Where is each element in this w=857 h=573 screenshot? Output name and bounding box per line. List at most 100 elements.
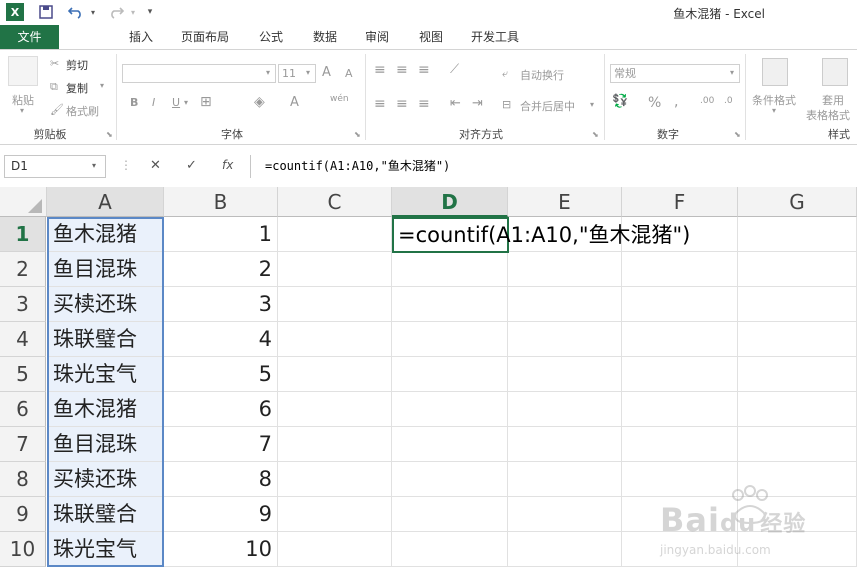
cut-button[interactable]: 剪切: [66, 57, 88, 73]
phonetic-button[interactable]: wén: [330, 94, 349, 104]
paste-dropdown-icon[interactable]: ▾: [20, 106, 24, 115]
comma-button[interactable]: ,: [674, 94, 678, 110]
merge-center-button[interactable]: 合并后居中: [520, 98, 575, 114]
cell-f[interactable]: [622, 252, 738, 287]
cell-d[interactable]: [392, 357, 508, 392]
cell-c[interactable]: [278, 392, 392, 427]
cell-e[interactable]: [508, 252, 622, 287]
align-right-icon[interactable]: ≡: [418, 96, 430, 112]
cell-g[interactable]: [738, 427, 857, 462]
decrease-decimal-icon[interactable]: .0: [724, 96, 733, 106]
cell-g[interactable]: [738, 322, 857, 357]
cell-g[interactable]: [738, 287, 857, 322]
font-name-dropdown-icon[interactable]: ▾: [266, 68, 270, 77]
cell-a[interactable]: 买椟还珠: [47, 287, 164, 322]
cell-d[interactable]: [392, 497, 508, 532]
tab-developer[interactable]: 开发工具: [462, 25, 528, 49]
row-header[interactable]: 1: [0, 217, 46, 252]
name-box-dropdown-icon[interactable]: ▾: [92, 161, 96, 170]
underline-button[interactable]: U: [172, 96, 180, 109]
column-header-b[interactable]: B: [164, 187, 278, 217]
cell-b[interactable]: 5: [164, 357, 278, 392]
column-header-a[interactable]: A: [47, 187, 164, 217]
cell-d[interactable]: [392, 462, 508, 497]
cell-c[interactable]: [278, 532, 392, 567]
cell-g[interactable]: [738, 357, 857, 392]
outdent-icon[interactable]: ⇥: [472, 96, 483, 111]
bold-button[interactable]: B: [130, 96, 138, 109]
cell-f[interactable]: [622, 357, 738, 392]
align-center-icon[interactable]: ≡: [396, 96, 408, 112]
tab-formulas[interactable]: 公式: [248, 25, 294, 49]
cell-b[interactable]: 7: [164, 427, 278, 462]
cell-e[interactable]: [508, 497, 622, 532]
cell-a[interactable]: 珠光宝气: [47, 532, 164, 567]
cell-a[interactable]: 珠光宝气: [47, 357, 164, 392]
percent-button[interactable]: %: [648, 95, 661, 111]
row-header[interactable]: 10: [0, 532, 46, 567]
row-header[interactable]: 7: [0, 427, 46, 462]
row-header[interactable]: 3: [0, 287, 46, 322]
cell-c[interactable]: [278, 497, 392, 532]
cell-c[interactable]: [278, 462, 392, 497]
cell-g[interactable]: [738, 217, 857, 252]
orientation-icon[interactable]: ⟋: [450, 62, 459, 77]
column-header-d[interactable]: D: [392, 187, 508, 217]
wrap-text-button[interactable]: 自动换行: [520, 67, 564, 83]
align-middle-icon[interactable]: ≡: [396, 62, 408, 78]
cell-a[interactable]: 鱼木混猪: [47, 392, 164, 427]
fill-color-icon[interactable]: ◈: [254, 94, 265, 110]
row-header[interactable]: 6: [0, 392, 46, 427]
cell-c[interactable]: [278, 252, 392, 287]
insert-function-button[interactable]: fx: [222, 158, 233, 172]
format-as-table-icon[interactable]: [822, 58, 848, 86]
format-as-table-button[interactable]: 套用: [822, 92, 844, 108]
copy-button[interactable]: 复制: [66, 80, 88, 96]
cell-c[interactable]: [278, 217, 392, 252]
cell-e[interactable]: [508, 427, 622, 462]
cell-c[interactable]: [278, 322, 392, 357]
cell-d[interactable]: [392, 427, 508, 462]
cell-e[interactable]: [508, 287, 622, 322]
cell-b[interactable]: 1: [164, 217, 278, 252]
cell-b[interactable]: 2: [164, 252, 278, 287]
cell-e[interactable]: [508, 392, 622, 427]
cell-b[interactable]: 3: [164, 287, 278, 322]
cell-d[interactable]: [392, 392, 508, 427]
align-bottom-icon[interactable]: ≡: [418, 62, 430, 78]
enter-formula-button[interactable]: ✓: [186, 158, 197, 173]
align-left-icon[interactable]: ≡: [374, 96, 386, 112]
font-name-select[interactable]: [122, 64, 276, 83]
cell-b[interactable]: 4: [164, 322, 278, 357]
cell-d[interactable]: [392, 322, 508, 357]
cell-b[interactable]: 9: [164, 497, 278, 532]
paste-icon[interactable]: [8, 56, 38, 86]
cell-b[interactable]: 10: [164, 532, 278, 567]
align-top-icon[interactable]: ≡: [374, 62, 386, 78]
cell-g[interactable]: [738, 392, 857, 427]
cell-a[interactable]: 鱼目混珠: [47, 427, 164, 462]
underline-dropdown-icon[interactable]: ▾: [184, 98, 188, 107]
cell-f[interactable]: [622, 427, 738, 462]
merge-dropdown-icon[interactable]: ▾: [590, 100, 594, 109]
cell-b[interactable]: 6: [164, 392, 278, 427]
tab-view[interactable]: 视图: [408, 25, 454, 49]
cell-c[interactable]: [278, 427, 392, 462]
grow-font-button[interactable]: A: [322, 65, 331, 80]
column-header-g[interactable]: G: [738, 187, 857, 217]
cell-f[interactable]: [622, 322, 738, 357]
column-header-c[interactable]: C: [278, 187, 392, 217]
row-header[interactable]: 5: [0, 357, 46, 392]
cell-f[interactable]: [622, 287, 738, 322]
cell-e[interactable]: [508, 532, 622, 567]
indent-icon[interactable]: ⇤: [450, 96, 461, 111]
cell-e[interactable]: [508, 462, 622, 497]
cancel-formula-button[interactable]: ✕: [150, 158, 161, 173]
cell-b[interactable]: 8: [164, 462, 278, 497]
conditional-format-icon[interactable]: [762, 58, 788, 86]
cell-f[interactable]: [622, 392, 738, 427]
alignment-launcher-icon[interactable]: ⬊: [592, 130, 599, 139]
increase-decimal-icon[interactable]: .00: [700, 96, 714, 106]
tab-data[interactable]: 数据: [302, 25, 348, 49]
name-box[interactable]: D1: [4, 155, 106, 178]
